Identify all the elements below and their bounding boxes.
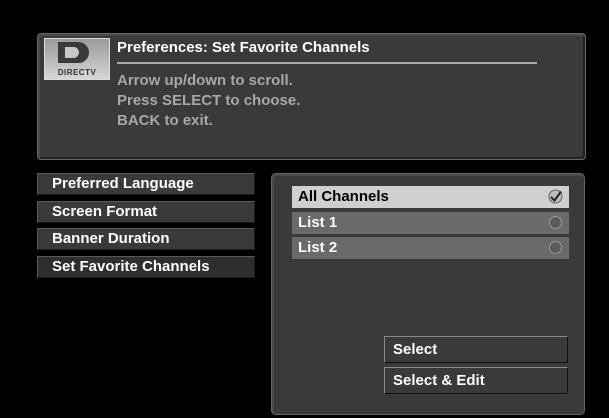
instructions: Arrow up/down to scroll. Press SELECT to… [117,71,300,131]
menu-item-banner-duration[interactable]: Banner Duration [37,228,255,250]
menu-item-screen-format[interactable]: Screen Format [37,201,255,223]
instruction-line: Arrow up/down to scroll. [117,72,293,89]
option-label: List 1 [298,214,338,231]
select-edit-button[interactable]: Select & Edit [384,367,568,394]
radio-icon [549,241,562,254]
title-divider [117,62,537,64]
select-button[interactable]: Select [384,336,568,363]
radio-icon [549,216,562,229]
logo-text: DIRECTV [57,68,97,77]
page-title: Preferences: Set Favorite Channels [117,39,370,56]
logo-mark-icon [58,42,89,63]
directv-logo: DIRECTV [44,38,110,80]
checkmark-icon [548,189,563,204]
option-all-channels[interactable]: All Channels [292,186,569,208]
favorites-panel: All Channels List 1 List 2 Select Select… [271,173,585,415]
option-list-2[interactable]: List 2 [292,237,569,259]
option-label: List 2 [298,239,338,256]
option-list-1[interactable]: List 1 [292,212,569,234]
menu-item-preferred-language[interactable]: Preferred Language [37,173,255,195]
option-label: All Channels [298,188,389,205]
header-panel: DIRECTV Preferences: Set Favorite Channe… [37,33,586,160]
menu-item-set-favorite-channels[interactable]: Set Favorite Channels [37,256,255,278]
instruction-line: BACK to exit. [117,112,213,129]
instruction-line: Press SELECT to choose. [117,92,301,109]
